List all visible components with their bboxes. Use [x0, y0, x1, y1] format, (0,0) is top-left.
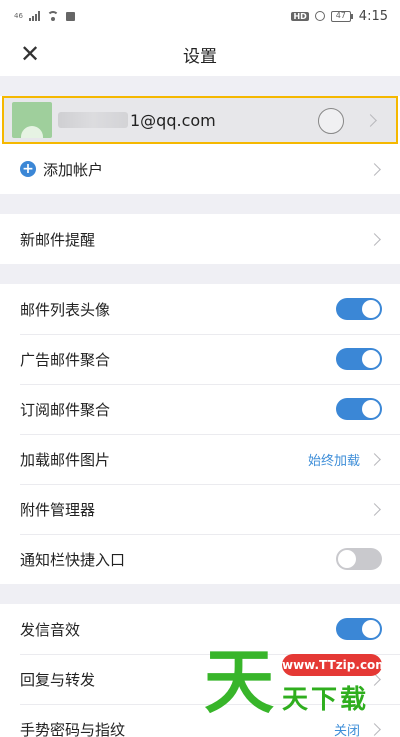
- signal-icon: [28, 11, 40, 21]
- alarm-icon: [314, 11, 325, 21]
- list-avatar-row: 邮件列表头像: [0, 284, 400, 334]
- chevron-right-icon: [368, 672, 381, 686]
- chevron-right-icon: [368, 722, 381, 736]
- status-bar: 46 HD 47 4:15: [0, 0, 400, 32]
- notification-shortcut-toggle[interactable]: [336, 548, 382, 570]
- status-left: 46: [14, 11, 75, 21]
- hd-icon: HD: [291, 11, 309, 21]
- attachment-manager-label: 附件管理器: [20, 500, 96, 519]
- plus-icon: +: [20, 161, 36, 177]
- display-group: 邮件列表头像 广告邮件聚合 订阅邮件聚合 加载邮件图片 始终加载 附件管理器 通…: [0, 284, 400, 584]
- signal-type-label: 46: [14, 12, 23, 20]
- ad-aggregate-toggle[interactable]: [336, 348, 382, 370]
- subscription-aggregate-toggle[interactable]: [336, 398, 382, 420]
- subscription-aggregate-row: 订阅邮件聚合: [0, 384, 400, 434]
- status-right: HD 47 4:15: [291, 9, 388, 24]
- chevron-right-icon: [368, 162, 381, 176]
- new-mail-alert-row[interactable]: 新邮件提醒: [0, 214, 400, 264]
- wifi-icon: [46, 11, 60, 21]
- page-title: 设置: [183, 46, 217, 67]
- account-group: 1@qq.com + 添加帐户: [0, 96, 400, 194]
- load-images-label: 加载邮件图片: [20, 450, 111, 469]
- add-account-label: 添加帐户: [43, 160, 104, 179]
- new-mail-alert-label: 新邮件提醒: [20, 230, 96, 249]
- settings-screen: 46 HD 47 4:15 ✕ 设置 1@qq.com + 添加帐户 新邮件提醒…: [0, 0, 400, 737]
- battery-icon: 47: [330, 10, 353, 22]
- list-avatar-label: 邮件列表头像: [20, 300, 111, 319]
- compose-group: 发信音效 回复与转发 手势密码与指纹 关闭: [0, 604, 400, 737]
- chevron-right-icon: [368, 452, 381, 466]
- gesture-password-value: 关闭: [333, 723, 360, 737]
- gesture-password-row[interactable]: 手势密码与指纹 关闭: [0, 704, 400, 737]
- list-avatar-toggle[interactable]: [336, 298, 382, 320]
- touch-indicator: [318, 108, 344, 134]
- chevron-right-icon: [364, 113, 377, 127]
- add-account-row[interactable]: + 添加帐户: [0, 144, 400, 194]
- clock: 4:15: [358, 8, 388, 24]
- reply-forward-label: 回复与转发: [20, 670, 96, 689]
- gesture-password-label: 手势密码与指纹: [20, 720, 126, 737]
- alert-group: 新邮件提醒: [0, 214, 400, 264]
- send-sound-toggle[interactable]: [336, 618, 382, 640]
- reply-forward-row[interactable]: 回复与转发: [0, 654, 400, 704]
- send-sound-label: 发信音效: [20, 620, 81, 639]
- attachment-manager-row[interactable]: 附件管理器: [0, 484, 400, 534]
- load-images-value: 始终加载: [307, 453, 360, 469]
- chevron-right-icon: [368, 232, 381, 246]
- chevron-right-icon: [368, 502, 381, 516]
- blurred-email-prefix: [58, 112, 128, 128]
- ad-aggregate-row: 广告邮件聚合: [0, 334, 400, 384]
- subscription-aggregate-label: 订阅邮件聚合: [20, 400, 111, 419]
- header: ✕ 设置: [0, 32, 400, 76]
- ad-aggregate-label: 广告邮件聚合: [20, 350, 111, 369]
- close-icon[interactable]: ✕: [16, 40, 44, 68]
- notification-shortcut-label: 通知栏快捷入口: [20, 550, 126, 569]
- load-images-row[interactable]: 加载邮件图片 始终加载: [0, 434, 400, 484]
- battery-level: 47: [330, 10, 351, 22]
- notification-shortcut-row: 通知栏快捷入口: [0, 534, 400, 584]
- avatar: [12, 102, 52, 138]
- notification-icon: [65, 11, 75, 21]
- send-sound-row: 发信音效: [0, 604, 400, 654]
- account-row[interactable]: 1@qq.com: [2, 96, 398, 144]
